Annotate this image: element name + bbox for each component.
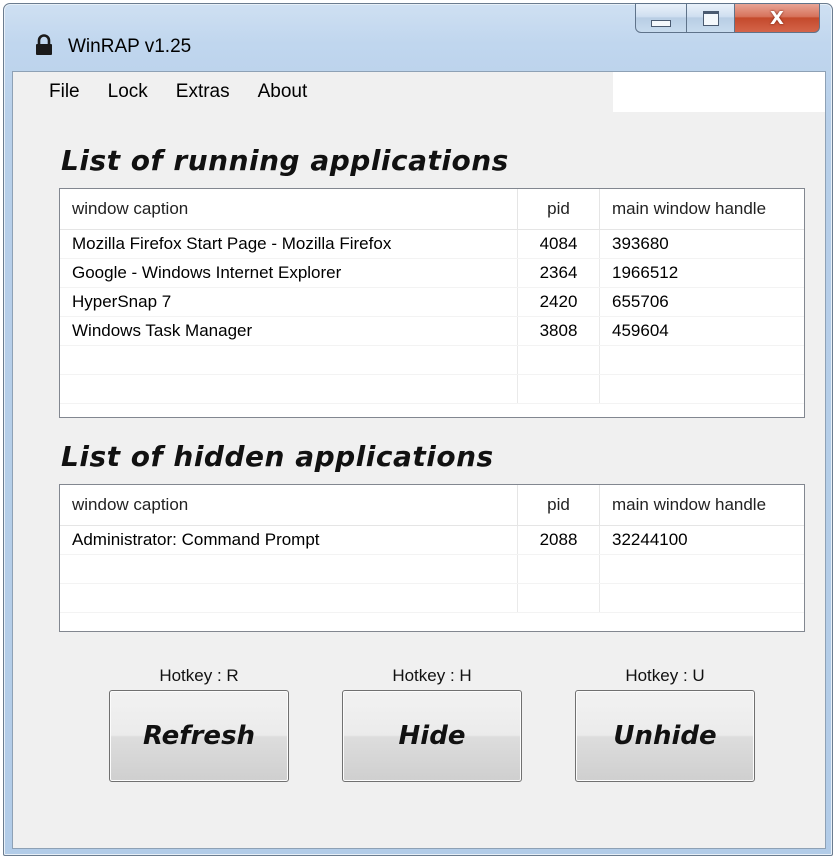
cell-handle: 393680 xyxy=(612,234,669,253)
empty-row xyxy=(60,375,804,404)
minimize-button[interactable] xyxy=(635,3,687,33)
running-apps-list[interactable]: window caption pid main window handle Mo… xyxy=(59,188,805,418)
table-row[interactable]: HyperSnap 7 2420 655706 xyxy=(60,288,804,317)
window-controls: X xyxy=(635,3,820,35)
cell-handle: 1966512 xyxy=(612,263,679,282)
menu-extras[interactable]: Extras xyxy=(162,72,244,112)
menu-about[interactable]: About xyxy=(244,72,322,112)
maximize-button[interactable] xyxy=(687,3,735,33)
hide-button[interactable]: Hide xyxy=(342,690,522,782)
hotkey-label-hide: Hotkey : H xyxy=(392,666,472,685)
running-list-header: window caption pid main window handle xyxy=(60,189,804,230)
lock-icon xyxy=(36,34,52,55)
maximize-icon xyxy=(702,10,719,26)
table-row[interactable]: Google - Windows Internet Explorer 2364 … xyxy=(60,259,804,288)
hotkey-label-unhide: Hotkey : U xyxy=(625,666,705,685)
table-row[interactable]: Windows Task Manager 3808 459604 xyxy=(60,317,804,346)
column-header-caption[interactable]: window caption xyxy=(60,485,518,525)
refresh-button[interactable]: Refresh xyxy=(109,690,289,782)
cell-pid: 2088 xyxy=(518,526,600,554)
column-header-pid[interactable]: pid xyxy=(518,485,600,525)
minimize-icon xyxy=(651,19,671,27)
empty-row xyxy=(60,346,804,375)
cell-handle: 459604 xyxy=(612,321,669,340)
menu-bar: File Lock Extras About xyxy=(13,72,613,112)
table-row[interactable]: Mozilla Firefox Start Page - Mozilla Fir… xyxy=(60,230,804,259)
close-icon: X xyxy=(770,7,784,29)
menu-file[interactable]: File xyxy=(13,72,94,112)
cell-pid: 2364 xyxy=(518,259,600,287)
empty-row xyxy=(60,584,804,613)
cell-pid: 4084 xyxy=(518,230,600,258)
unhide-button[interactable]: Unhide xyxy=(575,690,755,782)
cell-pid: 2420 xyxy=(518,288,600,316)
menu-lock[interactable]: Lock xyxy=(94,72,162,112)
table-row[interactable]: Administrator: Command Prompt 2088 32244… xyxy=(60,526,804,555)
hidden-apps-list[interactable]: window caption pid main window handle Ad… xyxy=(59,484,805,632)
cell-caption: Administrator: Command Prompt xyxy=(60,526,518,554)
empty-row xyxy=(60,555,804,584)
hotkey-label-refresh: Hotkey : R xyxy=(159,666,239,685)
cell-caption: HyperSnap 7 xyxy=(60,288,518,316)
hidden-list-header: window caption pid main window handle xyxy=(60,485,804,526)
running-list-title: List of running applications xyxy=(61,144,509,177)
hidden-list-title: List of hidden applications xyxy=(61,440,494,473)
close-button[interactable]: X xyxy=(735,3,820,33)
cell-caption: Google - Windows Internet Explorer xyxy=(60,259,518,287)
client-area: File Lock Extras About List of running a… xyxy=(12,71,826,849)
column-header-handle[interactable]: main window handle xyxy=(600,485,804,525)
column-header-handle[interactable]: main window handle xyxy=(600,189,804,229)
cell-pid: 3808 xyxy=(518,317,600,345)
cell-handle: 655706 xyxy=(612,292,669,311)
column-header-pid[interactable]: pid xyxy=(518,189,600,229)
cell-caption: Windows Task Manager xyxy=(60,317,518,345)
column-header-caption[interactable]: window caption xyxy=(60,189,518,229)
app-window: WinRAP v1.25 X File Lock Extras About Li… xyxy=(3,3,833,856)
cell-caption: Mozilla Firefox Start Page - Mozilla Fir… xyxy=(60,230,518,258)
cell-handle: 32244100 xyxy=(612,530,688,549)
window-title: WinRAP v1.25 xyxy=(68,36,192,57)
menu-bar-blank xyxy=(613,72,825,112)
